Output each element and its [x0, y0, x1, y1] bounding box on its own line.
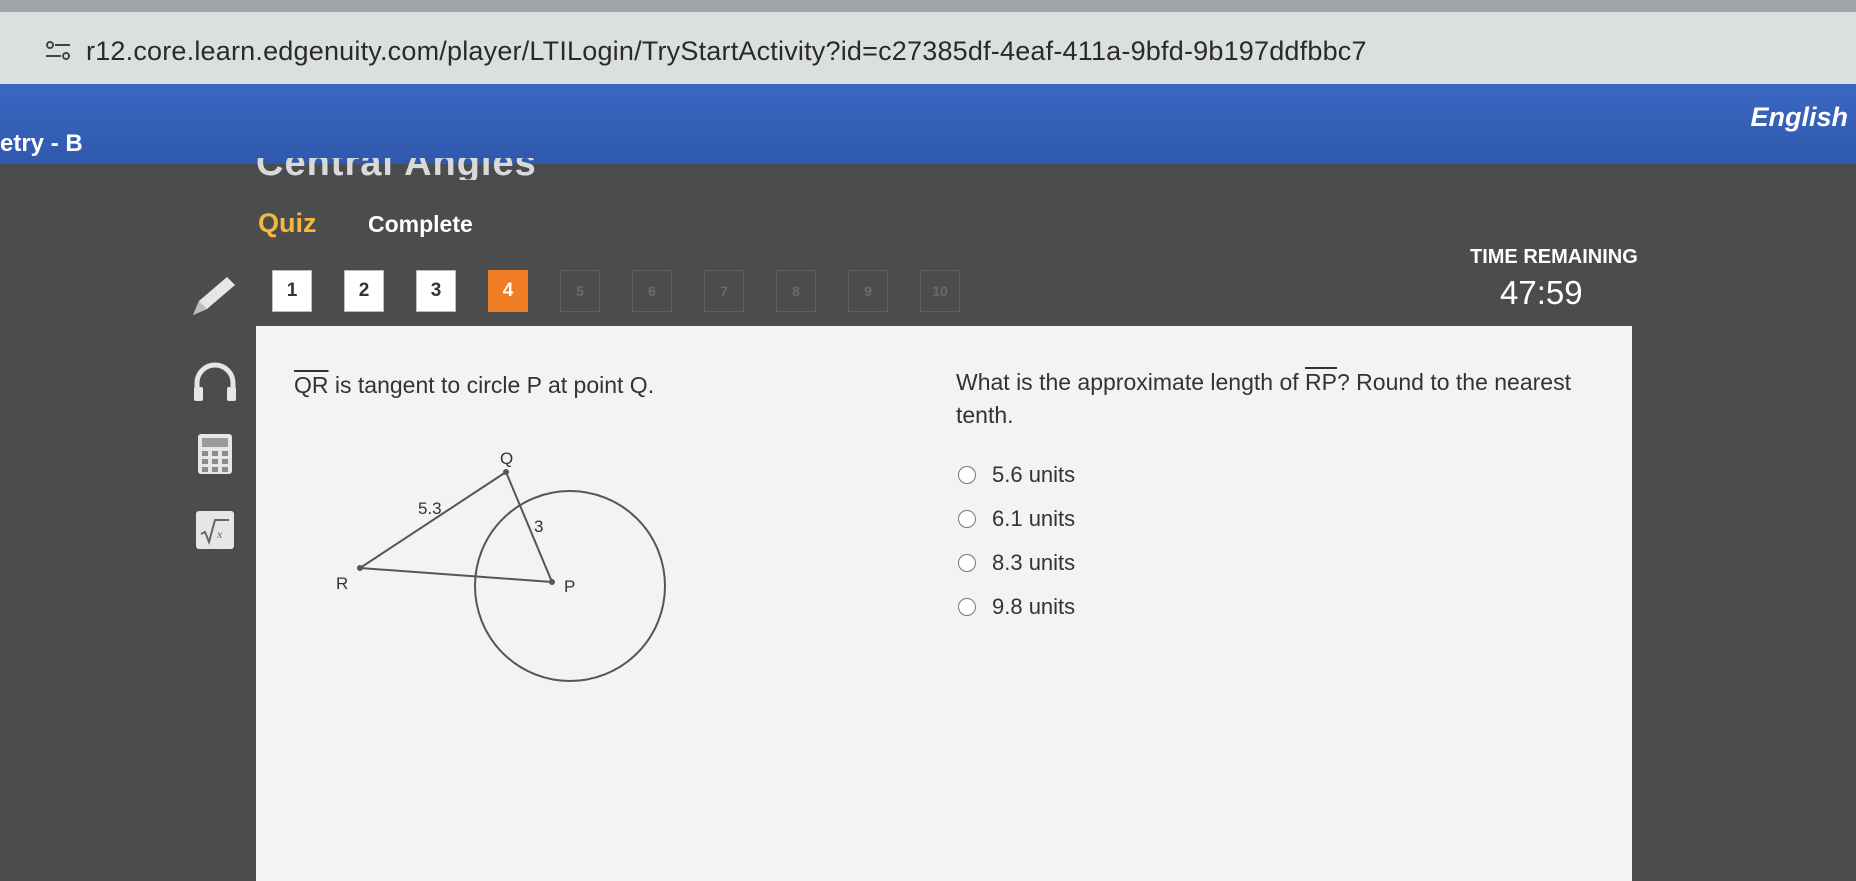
formula-icon: x: [196, 511, 234, 549]
length-qr: 5.3: [418, 499, 442, 518]
question-nav-button-locked: 8: [776, 270, 816, 312]
label-q: Q: [500, 449, 513, 468]
activity-heading: Central Angles: [256, 158, 537, 180]
tangent-circle-diagram: Q R P 5.3 3: [336, 449, 666, 682]
segment-qr-line: [359, 471, 507, 569]
formula-tool-button[interactable]: x: [180, 500, 250, 560]
question-nav-button[interactable]: 3: [416, 270, 456, 312]
radio-button[interactable]: [958, 466, 976, 484]
svg-text:x: x: [216, 527, 223, 541]
activity-type-label: Quiz: [258, 208, 317, 238]
calculator-tool-button[interactable]: [180, 424, 250, 484]
question-nav-button-locked: 10: [920, 270, 960, 312]
point-q: [503, 469, 509, 475]
label-p: P: [564, 577, 575, 596]
question-nav-button-locked: 9: [848, 270, 888, 312]
answer-choice[interactable]: 9.8 units: [958, 594, 1075, 620]
radio-button[interactable]: [958, 598, 976, 616]
language-toggle[interactable]: English: [1750, 102, 1848, 133]
label-r: R: [336, 574, 348, 593]
question-prompt: What is the approximate length of RP? Ro…: [956, 369, 1571, 428]
site-settings-icon[interactable]: [44, 40, 72, 62]
address-bar[interactable]: r12.core.learn.edgenuity.com/player/LTIL…: [0, 12, 1856, 84]
browser-tab-strip: [0, 0, 1856, 12]
question-nav-button[interactable]: 2: [344, 270, 384, 312]
question-panel: QR is tangent to circle P at point Q. Q …: [256, 326, 1632, 881]
timer-label: TIME REMAINING: [1470, 246, 1638, 268]
pencil-tool-button[interactable]: [180, 266, 250, 326]
pencil-icon: [193, 277, 235, 315]
point-p: [549, 579, 555, 585]
question-nav-button-locked: 6: [632, 270, 672, 312]
answer-choice[interactable]: 6.1 units: [958, 506, 1075, 532]
answer-choice[interactable]: 8.3 units: [958, 550, 1075, 576]
activity-status-label: Complete: [368, 211, 473, 237]
point-r: [357, 565, 363, 571]
headphones-icon: [194, 362, 236, 401]
question-nav-button-current[interactable]: 4: [488, 270, 528, 312]
audio-tool-button[interactable]: [180, 352, 250, 412]
answer-choice[interactable]: 5.6 units: [958, 462, 1075, 488]
length-qp: 3: [534, 517, 543, 536]
question-statement: QR is tangent to circle P at point Q.: [294, 372, 655, 398]
course-title: etry - B: [0, 130, 83, 157]
question-nav-button-locked: 5: [560, 270, 600, 312]
question-nav-button-locked: 7: [704, 270, 744, 312]
calculator-icon: [198, 434, 232, 474]
radio-button[interactable]: [958, 510, 976, 528]
radio-button[interactable]: [958, 554, 976, 572]
url-text[interactable]: r12.core.learn.edgenuity.com/player/LTIL…: [86, 36, 1367, 67]
segment-qp-line: [505, 471, 553, 583]
course-header: etry - B English: [0, 84, 1856, 164]
segment-rp: RP: [1305, 369, 1337, 395]
segment-rp-line: [359, 567, 553, 583]
timer-value: 47:59: [1500, 274, 1583, 311]
segment-qr: QR: [294, 372, 329, 398]
question-nav-button[interactable]: 1: [272, 270, 312, 312]
